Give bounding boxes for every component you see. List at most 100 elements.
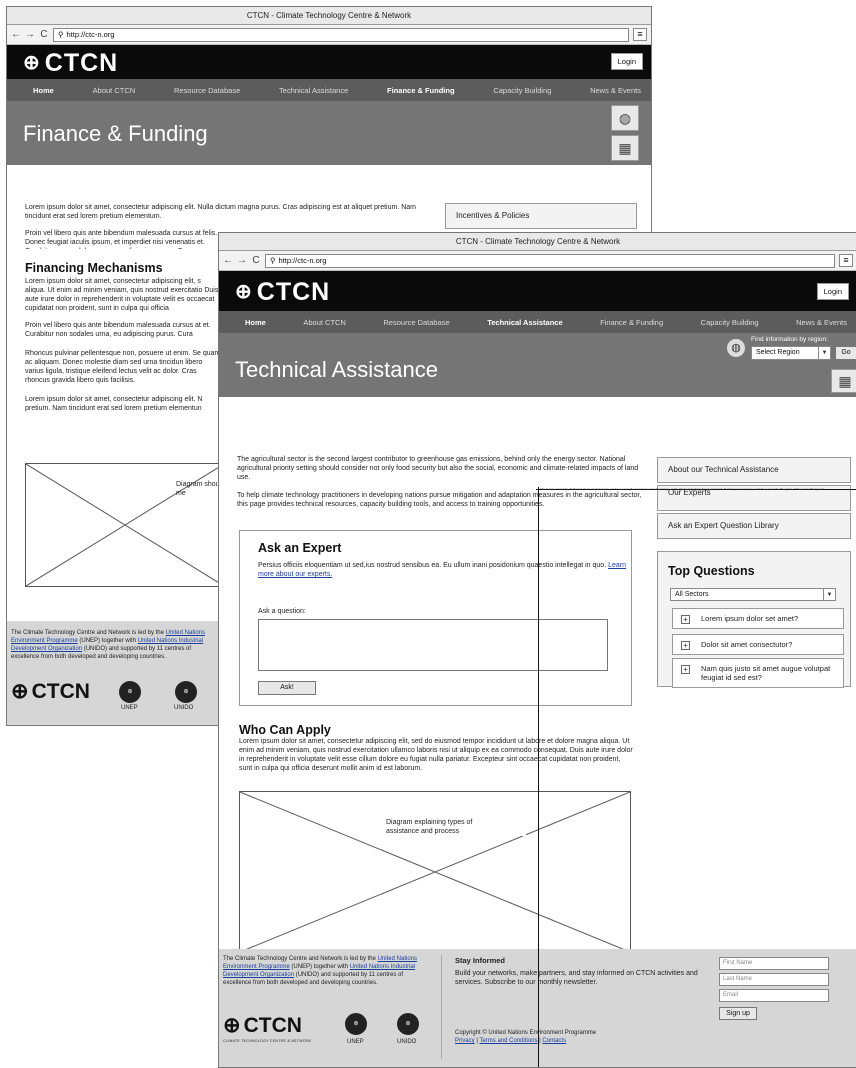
- back-icon[interactable]: ←: [223, 255, 233, 266]
- finance-para-2: Proin vel libero quis ante bibendum male…: [25, 322, 211, 338]
- unido-emblem-icon: ⊛: [175, 681, 197, 703]
- footer-led-by: The Climate Technology Centre and Networ…: [11, 629, 216, 661]
- region-globe-icon: ◍: [727, 339, 745, 357]
- ask-expert-desc: Persius officiis eloquentiam ut sed,ius …: [258, 562, 607, 569]
- window-title: CTCN - Climate Technology Centre & Netwo…: [7, 7, 651, 25]
- browser-menu-icon[interactable]: ≡: [633, 28, 647, 41]
- broken-image-message: The image cannot be displayed. Your comp…: [540, 487, 825, 491]
- grid-menu-icon[interactable]: ▦: [611, 135, 639, 161]
- reload-icon[interactable]: C: [251, 255, 261, 266]
- top-questions-panel: Top Questions All Sectors ▼ + Lorem ipsum…: [657, 551, 851, 688]
- globe-region-icon[interactable]: ◍: [611, 105, 639, 131]
- ask-button[interactable]: Ask!: [258, 681, 316, 695]
- expand-plus-icon[interactable]: +: [681, 665, 690, 674]
- reload-icon[interactable]: C: [39, 29, 49, 40]
- url-field[interactable]: ⚲ http://ctc-n.org: [53, 27, 629, 42]
- copyright-text: Copyright © United Nations Environment P…: [455, 1030, 597, 1036]
- nav-about[interactable]: About CTCN: [93, 86, 136, 95]
- nav-home[interactable]: Home: [245, 318, 266, 327]
- sign-up-button[interactable]: Sign up: [719, 1007, 757, 1020]
- expand-plus-icon[interactable]: +: [681, 641, 690, 650]
- ctcn-logo[interactable]: ⊕ CTCN: [235, 279, 330, 305]
- ta-intro-2: To help climate technology practitioners…: [237, 492, 642, 508]
- nav-resource-database[interactable]: Resource Database: [383, 318, 449, 327]
- url-text: http://ctc-n.org: [66, 29, 115, 39]
- last-name-field[interactable]: Last Name: [719, 973, 829, 986]
- browser-menu-icon[interactable]: ≡: [839, 254, 853, 267]
- stay-informed-text: Build your networks, make partners, and …: [455, 970, 698, 986]
- grid-menu-icon[interactable]: ▦: [831, 369, 856, 393]
- login-button[interactable]: Login: [816, 283, 849, 300]
- logo-text: CTCN: [256, 278, 331, 306]
- sidebar-item-incentives[interactable]: Incentives & Policies: [445, 203, 637, 229]
- main-nav: Home About CTCN Resource Database Techni…: [7, 79, 651, 101]
- sidebar-question-library[interactable]: Ask an Expert Question Library: [657, 513, 851, 539]
- forward-icon[interactable]: →: [25, 29, 35, 40]
- footer-ctcn-logo[interactable]: ⊕ CTCN: [223, 1013, 302, 1038]
- question-text: Dolor sit amet consectutor?: [701, 640, 793, 649]
- privacy-link[interactable]: Privacy: [455, 1038, 475, 1044]
- sector-filter-select[interactable]: All Sectors ▼: [670, 588, 836, 601]
- who-can-apply-text: Lorem ipsum dolor sit amet, consectetur …: [239, 738, 633, 772]
- site-header: ⊕ CTCN Login: [7, 45, 651, 79]
- unido-label: UNIDO: [174, 705, 194, 711]
- footer-links: Privacy | Terms and Conditions | Contact…: [455, 1038, 567, 1044]
- sidebar-about-technical-assistance[interactable]: About our Technical Assistance: [657, 457, 851, 483]
- chevron-down-icon: ▼: [818, 347, 830, 359]
- footer-ctcn-logo[interactable]: ⊕ CTCN: [11, 679, 90, 704]
- nav-finance-funding[interactable]: Finance & Funding: [387, 86, 455, 95]
- finance-intro-1: Lorem ipsum dolor sit amet, consectetur …: [25, 204, 417, 220]
- globe-icon: ⊕: [223, 1014, 241, 1037]
- first-name-field[interactable]: First Name: [719, 957, 829, 970]
- page-title: Technical Assistance: [235, 357, 438, 382]
- main-nav: Home About CTCN Resource Database Techni…: [219, 311, 856, 333]
- nav-capacity-building[interactable]: Capacity Building: [701, 318, 759, 327]
- footer-logo-text: CTCN: [31, 679, 90, 703]
- nav-finance-funding[interactable]: Finance & Funding: [600, 318, 663, 327]
- footer-led-mid: (UNEP) together with: [79, 638, 137, 644]
- footer-led-pre: The Climate Technology Centre and Networ…: [223, 956, 376, 962]
- nav-technical-assistance[interactable]: Technical Assistance: [487, 318, 562, 327]
- forward-icon[interactable]: →: [237, 255, 247, 266]
- finance-intro-2: Proin vel libero quis ante bibendum male…: [25, 230, 218, 249]
- login-button[interactable]: Login: [610, 53, 643, 70]
- expand-plus-icon[interactable]: +: [681, 615, 690, 624]
- top-questions-heading: Top Questions: [668, 564, 755, 578]
- question-textarea[interactable]: [258, 619, 608, 671]
- nav-capacity-building[interactable]: Capacity Building: [493, 86, 551, 95]
- email-field[interactable]: Email: [719, 989, 829, 1002]
- question-item[interactable]: + Nam quis justo sit amet augue volutpat …: [672, 658, 844, 688]
- nav-news-events[interactable]: News & Events: [796, 318, 847, 327]
- terms-link[interactable]: Terms and Conditions: [479, 1038, 537, 1044]
- nav-resource-database[interactable]: Resource Database: [174, 86, 240, 95]
- window-title: CTCN - Climate Technology Centre & Netwo…: [219, 233, 856, 251]
- nav-about[interactable]: About CTCN: [303, 318, 346, 327]
- region-go-button[interactable]: Go: [835, 346, 856, 360]
- region-label: Find information by region:: [751, 336, 828, 343]
- back-icon[interactable]: ←: [11, 29, 21, 40]
- page-banner: Finance & Funding ◍ ▦: [7, 101, 651, 165]
- ta-diagram-placeholder: Diagram explaining types of assistance a…: [239, 791, 631, 953]
- unep-label: UNEP: [347, 1039, 364, 1045]
- logo-text: CTCN: [44, 49, 119, 77]
- question-item[interactable]: + Lorem ipsum dolor set amet?: [672, 608, 844, 629]
- nav-home[interactable]: Home: [33, 86, 54, 95]
- question-item[interactable]: + Dolor sit amet consectutor?: [672, 634, 844, 655]
- footer-logo-text: CTCN: [243, 1013, 302, 1037]
- page-banner: Technical Assistance ◍ Find information …: [219, 333, 856, 397]
- unep-label: UNEP: [121, 705, 138, 711]
- ask-expert-panel: Ask an Expert Persius officiis eloquenti…: [239, 530, 632, 706]
- nav-news-events[interactable]: News & Events: [590, 86, 641, 95]
- finance-para-3: Rhoncus pulvinar pellentesque non, posue…: [25, 350, 221, 384]
- ctcn-logo[interactable]: ⊕ CTCN: [23, 50, 118, 76]
- region-select[interactable]: Select Region ▼: [751, 346, 831, 360]
- finance-para-1: Lorem ipsum dolor sit amet, consectetur …: [25, 278, 219, 312]
- url-field[interactable]: ⚲ http://ctc-n.org: [265, 253, 835, 268]
- stay-informed-heading: Stay Informed: [455, 956, 506, 965]
- unep-emblem-icon: ⊛: [119, 681, 141, 703]
- contacts-link[interactable]: Contacts: [542, 1038, 566, 1044]
- url-text: http://ctc-n.org: [278, 255, 327, 265]
- footer-led-pre: The Climate Technology Centre and Networ…: [11, 630, 164, 636]
- address-bar: ← → C ⚲ http://ctc-n.org ≡: [219, 251, 856, 271]
- nav-technical-assistance[interactable]: Technical Assistance: [279, 86, 348, 95]
